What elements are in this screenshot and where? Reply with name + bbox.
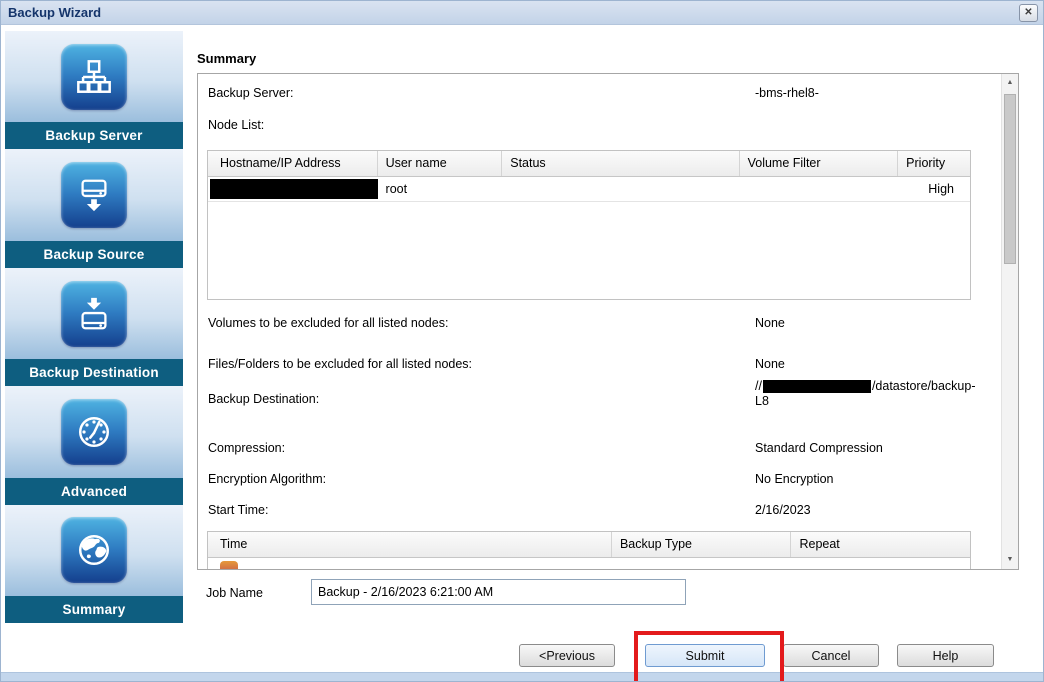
column-header-time[interactable]: Time [208, 532, 612, 557]
column-header-volume-filter[interactable]: Volume Filter [740, 151, 899, 176]
destination-prefix: // [755, 379, 762, 393]
scrollbar-thumb[interactable] [1004, 94, 1016, 264]
field-compression: Compression: Standard Compression [198, 441, 1018, 459]
node-table: Hostname/IP Address User name Status Vol… [207, 150, 971, 300]
table-row [208, 558, 970, 569]
field-label: Node List: [208, 118, 265, 132]
field-volumes-excluded: Volumes to be excluded for all listed no… [198, 316, 1018, 334]
previous-button[interactable]: <Previous [519, 644, 615, 667]
sidebar-item-advanced[interactable]: Advanced [5, 386, 183, 505]
node-table-header: Hostname/IP Address User name Status Vol… [208, 151, 970, 177]
field-value: No Encryption [755, 472, 834, 486]
page-title: Summary [197, 51, 257, 66]
field-value: None [755, 357, 785, 371]
field-label: Files/Folders to be excluded for all lis… [208, 357, 473, 371]
close-icon: ✕ [1024, 7, 1033, 18]
download-to-drive-icon [61, 280, 127, 347]
field-value: // /datastore/backup- L8 [755, 379, 995, 409]
bottom-strip [1, 672, 1043, 681]
sidebar-item-backup-source[interactable]: Backup Source [5, 149, 183, 268]
field-value: 2/16/2023 [755, 503, 811, 517]
close-button[interactable]: ✕ [1019, 4, 1038, 22]
cell-hostname [208, 179, 378, 199]
field-files-excluded: Files/Folders to be excluded for all lis… [198, 357, 1018, 375]
field-label: Compression: [208, 441, 286, 455]
sidebar-item-label: Backup Source [5, 240, 183, 268]
field-value: None [755, 316, 785, 330]
field-start-time: Start Time: 2/16/2023 [198, 503, 1018, 521]
sidebar-item-backup-server[interactable]: Backup Server [5, 31, 183, 150]
help-button[interactable]: Help [897, 644, 994, 667]
field-node-list: Node List: [198, 118, 1018, 136]
cell-username: root [385, 182, 408, 196]
field-label: Backup Destination: [208, 392, 320, 406]
sidebar-item-label: Summary [5, 596, 183, 624]
field-label: Volumes to be excluded for all listed no… [208, 316, 449, 330]
field-value: -bms-rhel8- [755, 86, 819, 100]
icon-cell [5, 267, 183, 360]
field-backup-destination: Backup Destination: // /datastore/backup-… [198, 379, 1018, 413]
table-row[interactable]: root High [208, 177, 970, 202]
field-backup-server: Backup Server: -bms-rhel8- [198, 86, 1018, 104]
column-header-priority[interactable]: Priority [898, 151, 970, 176]
sidebar-item-label: Advanced [5, 477, 183, 505]
redacted-destination-host [762, 380, 871, 394]
globe-icon [61, 517, 127, 584]
field-value: Standard Compression [755, 441, 883, 455]
schedule-table-header: Time Backup Type Repeat [208, 532, 970, 558]
icon-cell [5, 504, 183, 597]
titlebar: Backup Wizard ✕ [1, 1, 1043, 25]
cell-priority: High [928, 182, 954, 196]
field-label: Backup Server: [208, 86, 294, 100]
field-label: Encryption Algorithm: [208, 472, 327, 486]
sidebar-item-label: Backup Server [5, 122, 183, 150]
destination-path: /datastore/backup- [871, 379, 976, 393]
sidebar-item-backup-destination[interactable]: Backup Destination [5, 267, 183, 387]
scroll-down-icon[interactable]: ▼ [1002, 552, 1018, 568]
column-header-username[interactable]: User name [378, 151, 503, 176]
schedule-table: Time Backup Type Repeat [207, 531, 971, 569]
job-name-label: Job Name [206, 586, 263, 600]
column-header-backup-type[interactable]: Backup Type [612, 532, 792, 557]
window-title: Backup Wizard [8, 5, 102, 20]
submit-button[interactable]: Submit [645, 644, 765, 667]
network-icon [61, 43, 127, 110]
sidebar: Backup Server Backup Source Backup Desti… [5, 31, 183, 624]
icon-cell [5, 149, 183, 241]
destination-path-wrap: L8 [755, 394, 769, 408]
sidebar-item-label: Backup Destination [5, 359, 183, 387]
icon-cell [5, 386, 183, 478]
redacted-hostname [210, 179, 378, 199]
column-header-hostname[interactable]: Hostname/IP Address [208, 151, 378, 176]
job-name-input[interactable] [311, 579, 686, 605]
vertical-scrollbar[interactable]: ▲ ▼ [1001, 74, 1018, 569]
cancel-button[interactable]: Cancel [783, 644, 879, 667]
sidebar-item-summary[interactable]: Summary [5, 504, 183, 624]
clock-icon [61, 398, 127, 465]
field-label: Start Time: [208, 503, 269, 517]
column-header-repeat[interactable]: Repeat [791, 532, 970, 557]
field-encryption: Encryption Algorithm: No Encryption [198, 472, 1018, 490]
schedule-clock-icon [220, 561, 238, 569]
backup-wizard-window: Backup Wizard ✕ Backup Server Backup Sou… [0, 0, 1044, 682]
summary-panel: Backup Server: -bms-rhel8- Node List: Ho… [197, 73, 1019, 570]
drive-download-icon [61, 162, 127, 229]
column-header-status[interactable]: Status [502, 151, 740, 176]
scroll-up-icon[interactable]: ▲ [1002, 75, 1018, 91]
icon-cell [5, 31, 183, 123]
